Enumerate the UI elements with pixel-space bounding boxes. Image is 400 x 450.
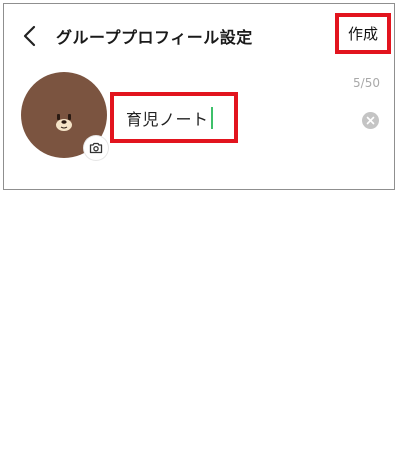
camera-icon [89, 142, 103, 154]
back-button[interactable] [20, 23, 42, 49]
screen: グループプロフィール設定 作成 5/50 育児ノート [0, 0, 400, 450]
clear-circle-icon [366, 116, 375, 125]
chevron-left-icon [23, 25, 36, 47]
clear-text-button[interactable] [362, 112, 379, 129]
group-name-input[interactable]: 育児ノート [126, 106, 209, 130]
group-profile-settings-panel: グループプロフィール設定 作成 5/50 育児ノート [3, 3, 395, 190]
character-counter: 5/50 [353, 76, 380, 90]
text-caret [210, 106, 213, 129]
group-name-field[interactable]: 育児ノート [110, 92, 238, 143]
create-button[interactable]: 作成 [335, 13, 391, 54]
create-button-label: 作成 [347, 25, 378, 43]
page-title: グループプロフィール設定 [56, 28, 253, 47]
change-photo-button[interactable] [84, 136, 108, 160]
